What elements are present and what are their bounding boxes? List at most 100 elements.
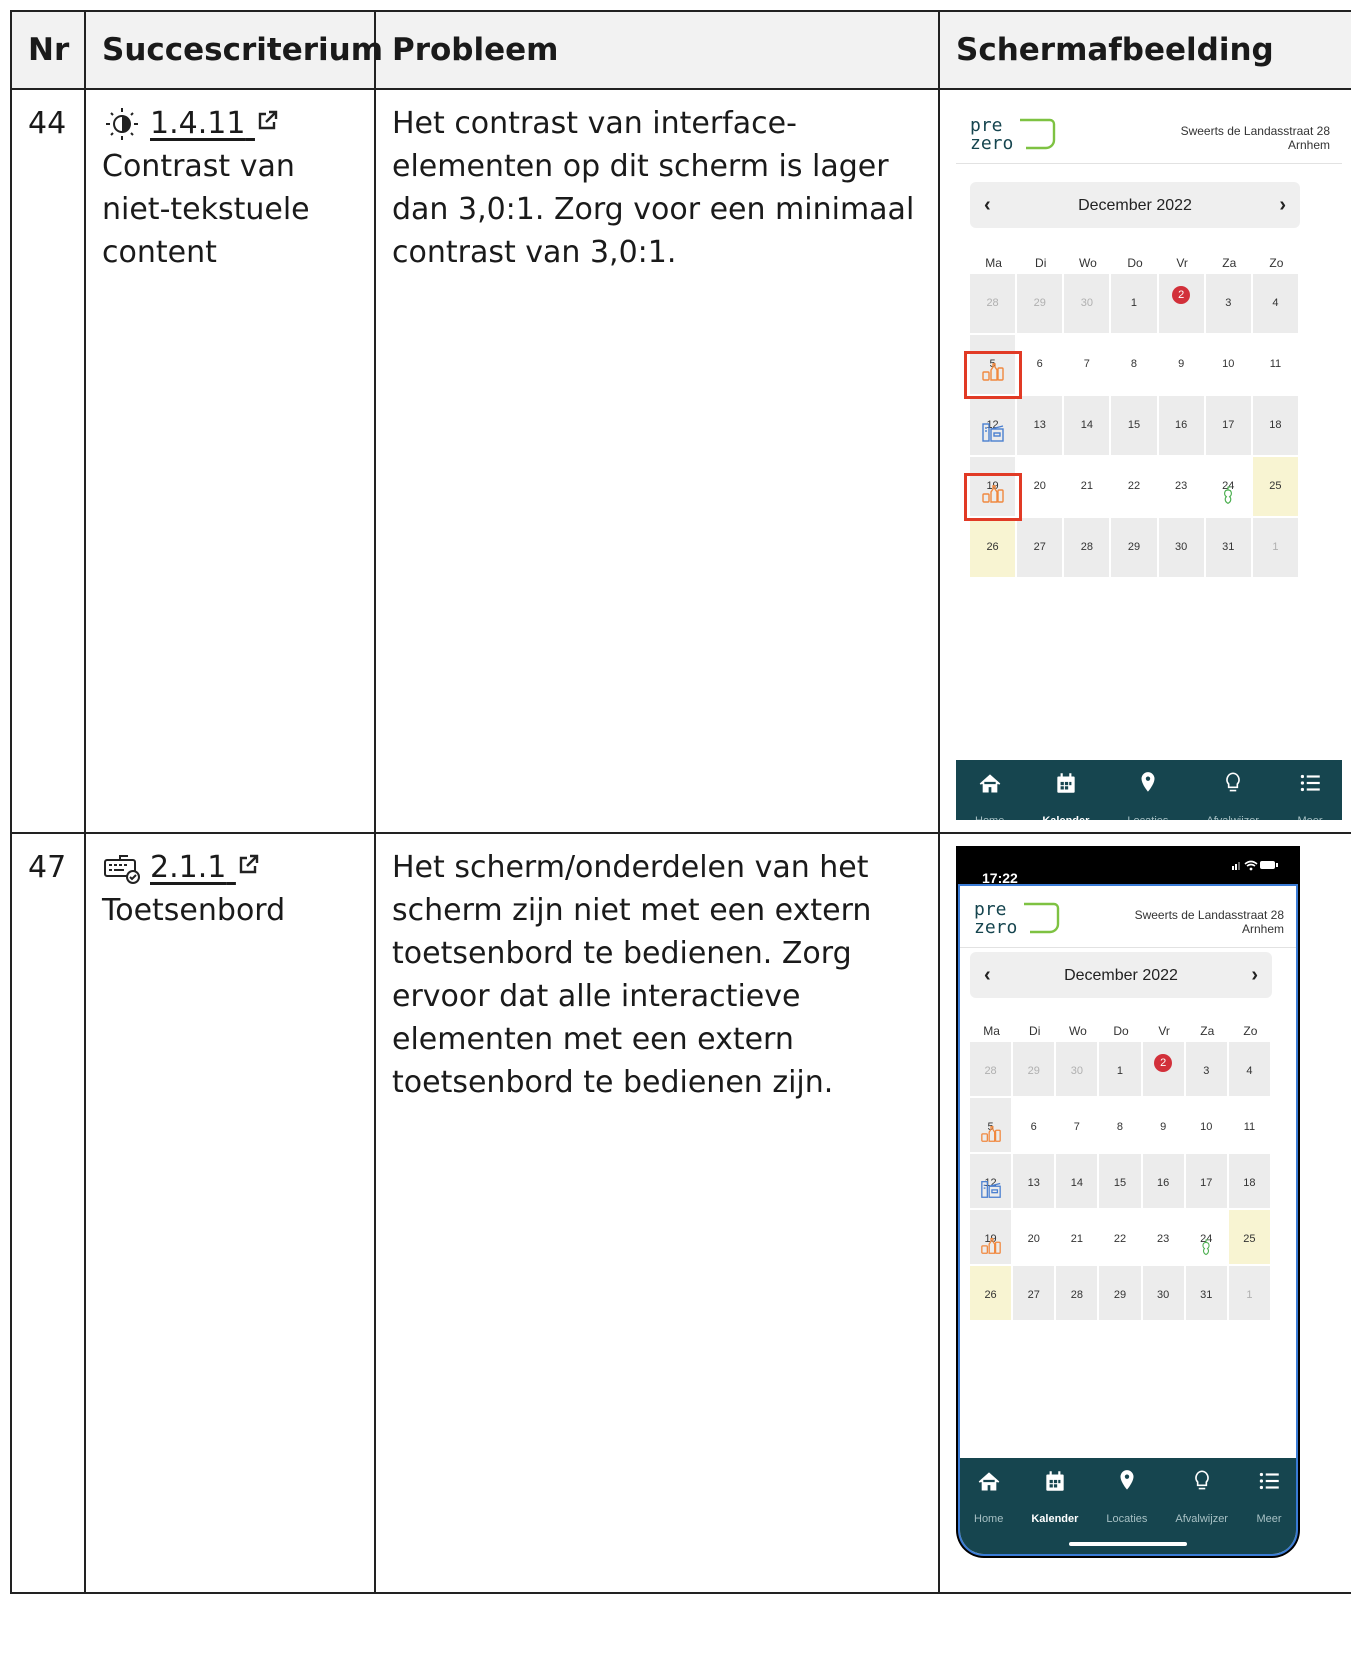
day-number: 29	[1027, 1065, 1040, 1077]
tab-locaties[interactable]: Locaties	[1106, 1458, 1147, 1541]
calendar-day[interactable]: 31	[1185, 1266, 1229, 1322]
calendar-day[interactable]: 8	[1111, 335, 1159, 396]
screenshot-cell: pre zero Sweerts de Landasstraat 28 Arnhe…	[938, 88, 1351, 834]
criterion-link[interactable]: 2.1.1	[150, 846, 260, 889]
day-number: 18	[1243, 1177, 1256, 1189]
month-title: December 2022	[1078, 196, 1192, 214]
calendar-day[interactable]: 30	[1158, 518, 1206, 579]
calendar-day[interactable]: 6	[1013, 1098, 1057, 1154]
calendar-day[interactable]: 12	[970, 396, 1018, 457]
calendar-day[interactable]: 16	[1142, 1154, 1186, 1210]
calendar-day[interactable]: 9	[1158, 335, 1206, 396]
header-screenshot: Schermafbeelding	[938, 10, 1351, 90]
calendar-day[interactable]: 10	[1185, 1098, 1229, 1154]
calendar-day[interactable]: 14	[1064, 396, 1112, 457]
calendar-day[interactable]: 15	[1111, 396, 1159, 457]
calendar-day[interactable]: 26	[970, 518, 1018, 579]
calendar-day[interactable]: 11	[1228, 1098, 1272, 1154]
calendar-day[interactable]: 15	[1099, 1154, 1143, 1210]
month-title: December 2022	[1064, 966, 1178, 984]
calendar-day[interactable]: 5	[970, 1098, 1014, 1154]
calendar-day[interactable]: 22	[1099, 1210, 1143, 1266]
calendar-day[interactable]: 6	[1017, 335, 1065, 396]
next-month-button[interactable]: ›	[1279, 184, 1286, 227]
calendar-day[interactable]: 17	[1205, 396, 1253, 457]
today-badge: 2	[1154, 1054, 1173, 1072]
calendar-day[interactable]: 30	[1142, 1266, 1186, 1322]
tab-afvalwijzer[interactable]: Afvalwijzer	[1175, 1458, 1228, 1541]
tab-home[interactable]: Home	[974, 1458, 1003, 1541]
phone-screenshot: 17:22 pre zero Sweerts de Landasstraat 2…	[956, 846, 1300, 1558]
row-nr: 44	[10, 88, 86, 834]
calendar-day[interactable]: 23	[1142, 1210, 1186, 1266]
tab-kalender[interactable]: Kalender	[1031, 1458, 1078, 1541]
calendar-day[interactable]: 25	[1252, 457, 1300, 518]
calendar-day[interactable]: 28	[1056, 1266, 1100, 1322]
calendar-day[interactable]: 27	[1017, 518, 1065, 579]
tab-meer[interactable]: Meer	[1256, 1458, 1282, 1541]
tab-locaties[interactable]: Locaties	[1127, 760, 1168, 820]
calendar-day[interactable]: 13	[1017, 396, 1065, 457]
table-row: 4 7 2.1.1 Toetsenbord Het scherm/onderdel…	[10, 832, 1351, 1594]
calendar-day[interactable]: 28	[970, 274, 1018, 335]
calendar-day[interactable]: 13	[1013, 1154, 1057, 1210]
calendar-day[interactable]: 24	[1205, 457, 1253, 518]
calendar-day[interactable]: 8	[1099, 1098, 1143, 1154]
calendar-day[interactable]: 16	[1158, 396, 1206, 457]
calendar-day[interactable]: 1	[1252, 518, 1300, 579]
calendar-day[interactable]: 1	[1099, 1042, 1143, 1098]
prev-month-button[interactable]: ‹	[984, 184, 991, 227]
tab-meer[interactable]: Meer	[1297, 760, 1323, 820]
criterion-link[interactable]: 1.4.11	[150, 102, 279, 145]
calendar-day[interactable]: 29	[1099, 1266, 1143, 1322]
next-month-button[interactable]: ›	[1251, 954, 1258, 997]
calendar-day[interactable]: 19	[970, 1210, 1014, 1266]
calendar-day[interactable]: 20	[1017, 457, 1065, 518]
calendar-day[interactable]: 14	[1056, 1154, 1100, 1210]
calendar-day[interactable]: 9	[1142, 1098, 1186, 1154]
prev-month-button[interactable]: ‹	[984, 954, 991, 997]
tab-home[interactable]: Home	[975, 760, 1004, 820]
calendar-day[interactable]: 26	[970, 1266, 1014, 1322]
calendar-day[interactable]: 23	[1158, 457, 1206, 518]
calendar-day[interactable]: 27	[1013, 1266, 1057, 1322]
calendar-day[interactable]: 21	[1064, 457, 1112, 518]
calendar-day[interactable]: 31	[1205, 518, 1253, 579]
calendar-day[interactable]: 2	[1158, 274, 1206, 335]
day-number: 15	[1127, 419, 1141, 431]
address-city: Arnhem	[1287, 138, 1330, 152]
day-number: 21	[1080, 480, 1093, 492]
calendar-day[interactable]: 18	[1252, 396, 1300, 457]
external-link-icon	[239, 854, 259, 874]
calendar-day[interactable]: 28	[970, 1042, 1014, 1098]
calendar-day[interactable]: 11	[1252, 335, 1300, 396]
calendar-day[interactable]: 20	[1013, 1210, 1057, 1266]
calendar-day[interactable]: 10	[1205, 335, 1253, 396]
calendar-day[interactable]: 24	[1185, 1210, 1229, 1266]
day-number: 18	[1269, 419, 1282, 431]
calendar-day[interactable]: 18	[1228, 1154, 1272, 1210]
calendar-day[interactable]: 21	[1056, 1210, 1100, 1266]
tab-afvalwijzer[interactable]: Afvalwijzer	[1206, 760, 1259, 820]
calendar-day[interactable]: 29	[1111, 518, 1159, 579]
calendar-day[interactable]: 4	[1228, 1042, 1272, 1098]
calendar-day[interactable]: 25	[1228, 1210, 1272, 1266]
calendar-day[interactable]: 2	[1142, 1042, 1186, 1098]
calendar-day[interactable]: 30	[1056, 1042, 1100, 1098]
calendar-day[interactable]: 4	[1252, 274, 1300, 335]
calendar-day[interactable]: 12	[970, 1154, 1014, 1210]
calendar-day[interactable]: 1	[1228, 1266, 1272, 1322]
tab-kalender[interactable]: Kalender	[1042, 760, 1089, 820]
calendar-day[interactable]: 7	[1056, 1098, 1100, 1154]
day-number: 27	[1027, 1289, 1040, 1301]
calendar-day[interactable]: 29	[1013, 1042, 1057, 1098]
calendar-day[interactable]: 22	[1111, 457, 1159, 518]
calendar-day[interactable]: 17	[1185, 1154, 1229, 1210]
calendar-day[interactable]: 7	[1064, 335, 1112, 396]
calendar-day[interactable]: 28	[1064, 518, 1112, 579]
calendar-day[interactable]: 30	[1064, 274, 1112, 335]
calendar-day[interactable]: 3	[1185, 1042, 1229, 1098]
calendar-day[interactable]: 1	[1111, 274, 1159, 335]
calendar-day[interactable]: 3	[1205, 274, 1253, 335]
calendar-day[interactable]: 29	[1017, 274, 1065, 335]
